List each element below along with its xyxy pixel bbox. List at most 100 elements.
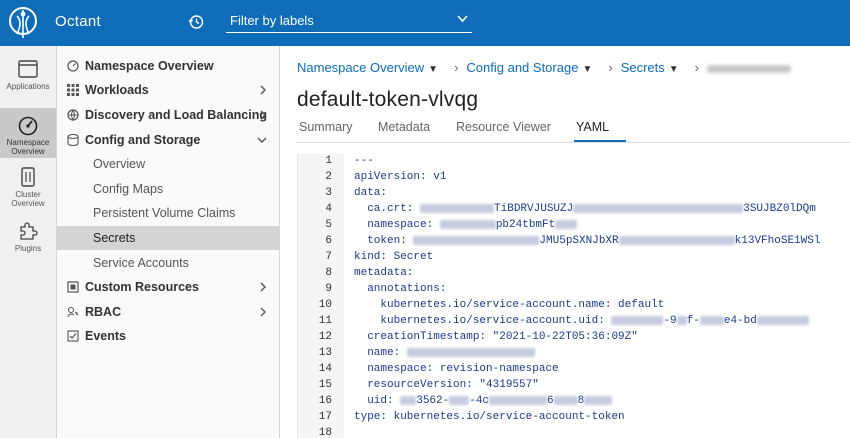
redacted-text <box>584 395 613 405</box>
code-line: 16 uid: 3562- -4c 6 8 <box>298 394 850 410</box>
nav-sub-label: Config Maps <box>93 182 164 196</box>
code-line: 8 metadata: <box>298 266 850 282</box>
code-text: ca.crt: TiBDRVJUSUZJ 3SUJBZ0lDQm <box>354 203 816 215</box>
rail-item-namespace-overview[interactable]: Namespace Overview <box>0 108 56 158</box>
octant-logo-icon[interactable] <box>8 6 38 40</box>
nav-discovery-load-balancing[interactable]: Discovery and Load Balancing <box>57 103 279 127</box>
code-text: annotations: <box>354 283 447 295</box>
code-line: 14 namespace: revision-namespace <box>298 362 850 378</box>
redacted-text <box>489 395 548 405</box>
line-number: 11 <box>318 315 332 327</box>
chevron-down-icon <box>457 15 468 23</box>
line-number: 16 <box>318 395 332 407</box>
code-line: 7 kind: Secret <box>298 250 850 266</box>
code-text: metadata: <box>354 267 414 279</box>
redacted-text <box>400 395 417 405</box>
line-number: 7 <box>325 251 332 263</box>
redacted-text <box>420 203 495 213</box>
tab-summary[interactable]: Summary <box>299 120 352 134</box>
nav-rbac[interactable]: RBAC <box>57 300 279 324</box>
nav-config-and-storage[interactable]: Config and Storage <box>57 128 279 152</box>
chevron-down-icon[interactable]: ▼ <box>428 64 438 75</box>
chevron-right-icon <box>260 110 266 120</box>
code-line: 13 name: <box>298 346 850 362</box>
chevron-right-icon: › <box>608 60 613 75</box>
nav-namespace-overview[interactable]: Namespace Overview <box>57 54 279 78</box>
puzzle-icon <box>20 222 38 240</box>
breadcrumb-namespace-overview[interactable]: Namespace Overview <box>297 60 424 75</box>
main-content: Namespace Overview ▼ › Config and Storage ▼ ›… <box>281 46 850 438</box>
chevron-down-icon <box>257 137 267 143</box>
code-text: type: kubernetes.io/service-account-toke… <box>354 411 625 423</box>
breadcrumb-config-and-storage[interactable]: Config and Storage <box>466 60 578 75</box>
code-line: 15 resourceVersion: "4319557" <box>298 378 850 394</box>
yaml-key: namespace: <box>354 219 440 231</box>
yaml-value-fragment: e4-bd <box>723 315 757 327</box>
code-line: 12 creationTimestamp: "2021-10-22T05:36:… <box>298 330 850 346</box>
redacted-text <box>553 395 578 405</box>
redacted-text <box>618 235 735 245</box>
nav-custom-resources[interactable]: Custom Resources <box>57 275 279 299</box>
code-text: namespace: pb24tbmFt <box>354 219 578 231</box>
rail-item-plugins[interactable]: Plugins <box>0 220 56 260</box>
redacted-text <box>439 219 496 229</box>
code-text: kubernetes.io/service-account.uid: -9 f-e… <box>354 315 809 327</box>
code-line: 11 kubernetes.io/service-account.uid: -9… <box>298 314 850 330</box>
tab-yaml[interactable]: YAML <box>576 120 609 134</box>
code-text: token: JMU5pSXNJbXR k13VFhoSE1WSl <box>354 235 820 247</box>
code-line: 1 --- <box>298 154 850 170</box>
line-number: 12 <box>318 331 332 343</box>
nav-sub-config-maps[interactable]: Config Maps <box>57 177 279 201</box>
rail-item-applications[interactable]: Applications <box>0 58 56 106</box>
redacted-text <box>449 395 470 405</box>
label-filter-dropdown[interactable]: Filter by labels <box>226 9 472 33</box>
nav-workloads[interactable]: Workloads <box>57 78 279 102</box>
yaml-value-fragment: pb24tbmFt <box>495 219 556 231</box>
history-icon[interactable] <box>188 14 204 30</box>
nav-events[interactable]: Events <box>57 324 279 348</box>
code-line: 18 <box>298 426 850 438</box>
yaml-value-fragment: 3562- <box>416 395 450 407</box>
code-line: 5 namespace: pb24tbmFt <box>298 218 850 234</box>
code-line: 2 apiVersion: v1 <box>298 170 850 186</box>
line-number: 8 <box>325 267 332 279</box>
chevron-right-icon <box>260 282 266 292</box>
code-text: resourceVersion: "4319557" <box>354 379 539 391</box>
nav-label: Config and Storage <box>85 133 201 147</box>
rail-label-plugins: Plugins <box>14 244 42 253</box>
nav-label: Events <box>85 329 126 343</box>
yaml-value-fragment: JMU5pSXNJbXR <box>539 235 619 247</box>
nav-sub-service-accounts[interactable]: Service Accounts <box>57 251 279 275</box>
yaml-key: ca.crt: <box>354 203 421 215</box>
nav-sub-label: Secrets <box>93 231 136 245</box>
checklist-icon <box>67 330 79 342</box>
line-number: 2 <box>325 171 332 183</box>
line-number: 1 <box>325 155 332 167</box>
nav-label: Custom Resources <box>85 280 199 294</box>
chevron-down-icon[interactable]: ▼ <box>582 64 592 75</box>
breadcrumb-secrets[interactable]: Secrets <box>621 60 665 75</box>
yaml-editor[interactable]: 1 --- 2 apiVersion: v1 3 data: 4 ca.crt: Ti… <box>297 154 850 438</box>
nav-sub-secrets[interactable]: Secrets <box>57 226 279 250</box>
nav-sub-overview[interactable]: Overview <box>57 152 279 176</box>
chevron-down-icon[interactable]: ▼ <box>669 64 679 75</box>
line-number: 14 <box>318 363 332 375</box>
app-name: Octant <box>55 13 101 30</box>
yaml-value-fragment: 6 <box>547 395 554 407</box>
tab-resource-viewer[interactable]: Resource Viewer <box>456 120 551 134</box>
line-number: 15 <box>318 379 332 391</box>
chevron-right-icon: › <box>694 60 700 75</box>
nav-sub-persistent-volume-claims[interactable]: Persistent Volume Claims <box>57 201 279 225</box>
code-text: name: <box>354 347 535 359</box>
code-text: kubernetes.io/service-account.name: defa… <box>354 299 665 311</box>
yaml-key: uid: <box>354 395 401 407</box>
custom-resource-icon <box>67 281 79 293</box>
cluster-icon <box>21 167 35 187</box>
tab-metadata[interactable]: Metadata <box>378 120 430 134</box>
rail-item-cluster-overview[interactable]: Cluster Overview <box>0 166 56 212</box>
redacted-text <box>611 315 664 325</box>
line-number: 13 <box>318 347 332 359</box>
code-text: creationTimestamp: "2021-10-22T05:36:09Z… <box>354 331 638 343</box>
redacted-text <box>555 219 578 229</box>
line-number: 9 <box>325 283 332 295</box>
